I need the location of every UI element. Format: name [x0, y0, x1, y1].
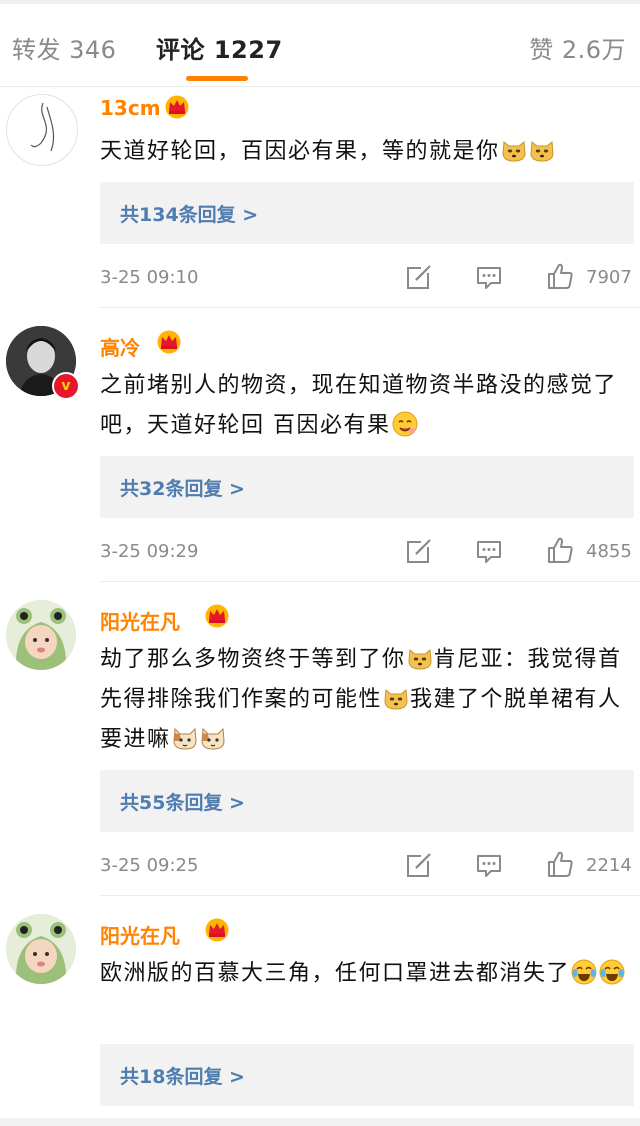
like-thumb-icon[interactable] [546, 850, 574, 878]
replies-box[interactable]: 共55条回复 > [100, 770, 634, 832]
crown-badge-icon [204, 918, 230, 942]
comment-text: 天道好轮回，百因必有果，等的就是你 [100, 132, 630, 172]
edit-icon[interactable] [405, 537, 433, 565]
username[interactable]: 阳光在凡 [100, 920, 180, 949]
verified-badge-icon: v [52, 372, 80, 400]
reply-bubble-icon[interactable] [475, 263, 503, 291]
cat-emoji-icon [200, 725, 226, 751]
crown-badge-icon [164, 95, 190, 119]
avatar[interactable] [6, 600, 76, 670]
username[interactable]: 高冷 [100, 332, 140, 361]
bottom-divider [0, 1118, 640, 1126]
replies-link[interactable]: 共32条回复 > [120, 474, 245, 501]
like-count: 4855 [586, 541, 632, 562]
comment-text: 欧洲版的百慕大三角，任何口罩进去都消失了 [100, 954, 630, 994]
comment-item: 13cm 天道好轮回，百因必有果，等的就是你 共134条回复 > 3-25 09… [0, 86, 640, 308]
like-thumb-icon[interactable] [546, 262, 574, 290]
avatar[interactable] [6, 914, 76, 984]
edit-icon[interactable] [405, 263, 433, 291]
reply-bubble-icon[interactable] [475, 537, 503, 565]
laugh-cry-emoji-icon [599, 959, 625, 985]
like-count: 7907 [586, 267, 632, 288]
doge-emoji-icon [407, 645, 433, 671]
replies-box[interactable]: 共32条回复 > [100, 456, 634, 518]
replies-link[interactable]: 共18条回复 > [120, 1062, 245, 1089]
comment-time: 3-25 09:10 [100, 267, 199, 288]
like-thumb-icon[interactable] [546, 536, 574, 564]
comment-text: 劫了那么多物资终于等到了你 肯尼亚：我觉得首先得排除我们作案的可能性 我建了个脱单裙… [100, 645, 622, 752]
username[interactable]: 13cm [100, 96, 161, 120]
laugh-cry-emoji-icon [571, 959, 597, 985]
crown-badge-icon [204, 604, 230, 628]
doge-emoji-icon [501, 137, 527, 163]
reply-bubble-icon[interactable] [475, 851, 503, 879]
comment-time: 3-25 09:29 [100, 541, 199, 562]
tab-comments[interactable]: 评论 1227 [156, 30, 283, 65]
doge-emoji-icon [383, 685, 409, 711]
tab-reposts[interactable]: 转发 346 [12, 30, 116, 65]
replies-box[interactable]: 共134条回复 > [100, 182, 634, 244]
comment-item: 阳光在凡 欧洲版的百慕大三角，任何口罩进去都消失了 共18条回复 > [0, 896, 640, 1118]
active-tab-indicator [186, 76, 248, 81]
doge-emoji-icon [529, 137, 555, 163]
comment-text: 之前堵别人的物资，现在知道物资半路没的感觉了吧，天道好轮回 百因必有果 [100, 373, 618, 438]
replies-link[interactable]: 共55条回复 > [120, 788, 245, 815]
edit-icon[interactable] [405, 851, 433, 879]
replies-link[interactable]: 共134条回复 > [120, 200, 258, 227]
crown-badge-icon [156, 330, 182, 354]
cat-emoji-icon [172, 725, 198, 751]
avatar[interactable] [6, 94, 78, 166]
replies-box[interactable]: 共18条回复 > [100, 1044, 634, 1106]
username[interactable]: 阳光在凡 [100, 606, 180, 635]
comment-time: 3-25 09:25 [100, 855, 199, 876]
tab-likes[interactable]: 赞 2.6万 [529, 30, 626, 65]
tab-bar: 转发 346 评论 1227 赞 2.6万 [0, 4, 640, 87]
drool-emoji-icon [392, 411, 418, 437]
comment-item: 阳光在凡 劫了那么多物资终于等到了你 肯尼亚：我觉得首先得排除我们作案的可能性 我建… [0, 582, 640, 896]
comment-item: v 高冷 之前堵别人的物资，现在知道物资半路没的感觉了吧，天道好轮回 百因必有果… [0, 308, 640, 582]
like-count: 2214 [586, 855, 632, 876]
